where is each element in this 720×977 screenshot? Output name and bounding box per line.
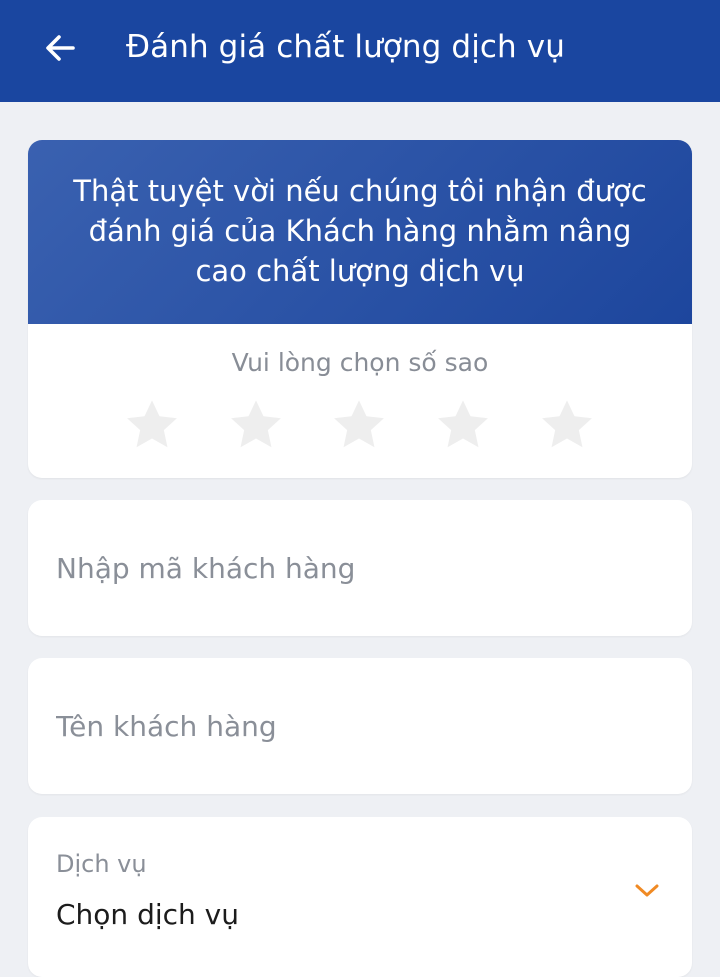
- customer-name-input[interactable]: [28, 658, 692, 794]
- chevron-down-icon: [635, 884, 659, 897]
- star-icon[interactable]: [434, 396, 492, 454]
- star-icon[interactable]: [330, 396, 388, 454]
- star-icon[interactable]: [538, 396, 596, 454]
- back-button[interactable]: [34, 22, 86, 74]
- star-icon[interactable]: [123, 396, 181, 454]
- star-icon[interactable]: [227, 396, 285, 454]
- customer-name-card: [28, 658, 692, 794]
- rating-card: Thật tuyệt vời nếu chúng tôi nhận được đ…: [28, 140, 692, 478]
- service-select-label: Dịch vụ: [56, 850, 147, 878]
- arrow-left-icon: [46, 35, 75, 61]
- rating-banner-text: Thật tuyệt vời nếu chúng tôi nhận được đ…: [73, 174, 647, 288]
- customer-code-input[interactable]: [28, 500, 692, 636]
- app-bar: Đánh giá chất lượng dịch vụ: [0, 0, 720, 102]
- service-select-value: Chọn dịch vụ: [56, 898, 239, 931]
- rating-prompt: Vui lòng chọn số sao: [231, 348, 489, 377]
- customer-code-card: [28, 500, 692, 636]
- star-rating: [28, 396, 692, 456]
- page-title: Đánh giá chất lượng dịch vụ: [126, 29, 565, 65]
- rating-banner: Thật tuyệt vời nếu chúng tôi nhận được đ…: [28, 140, 692, 324]
- service-select[interactable]: Dịch vụ Chọn dịch vụ: [28, 817, 692, 977]
